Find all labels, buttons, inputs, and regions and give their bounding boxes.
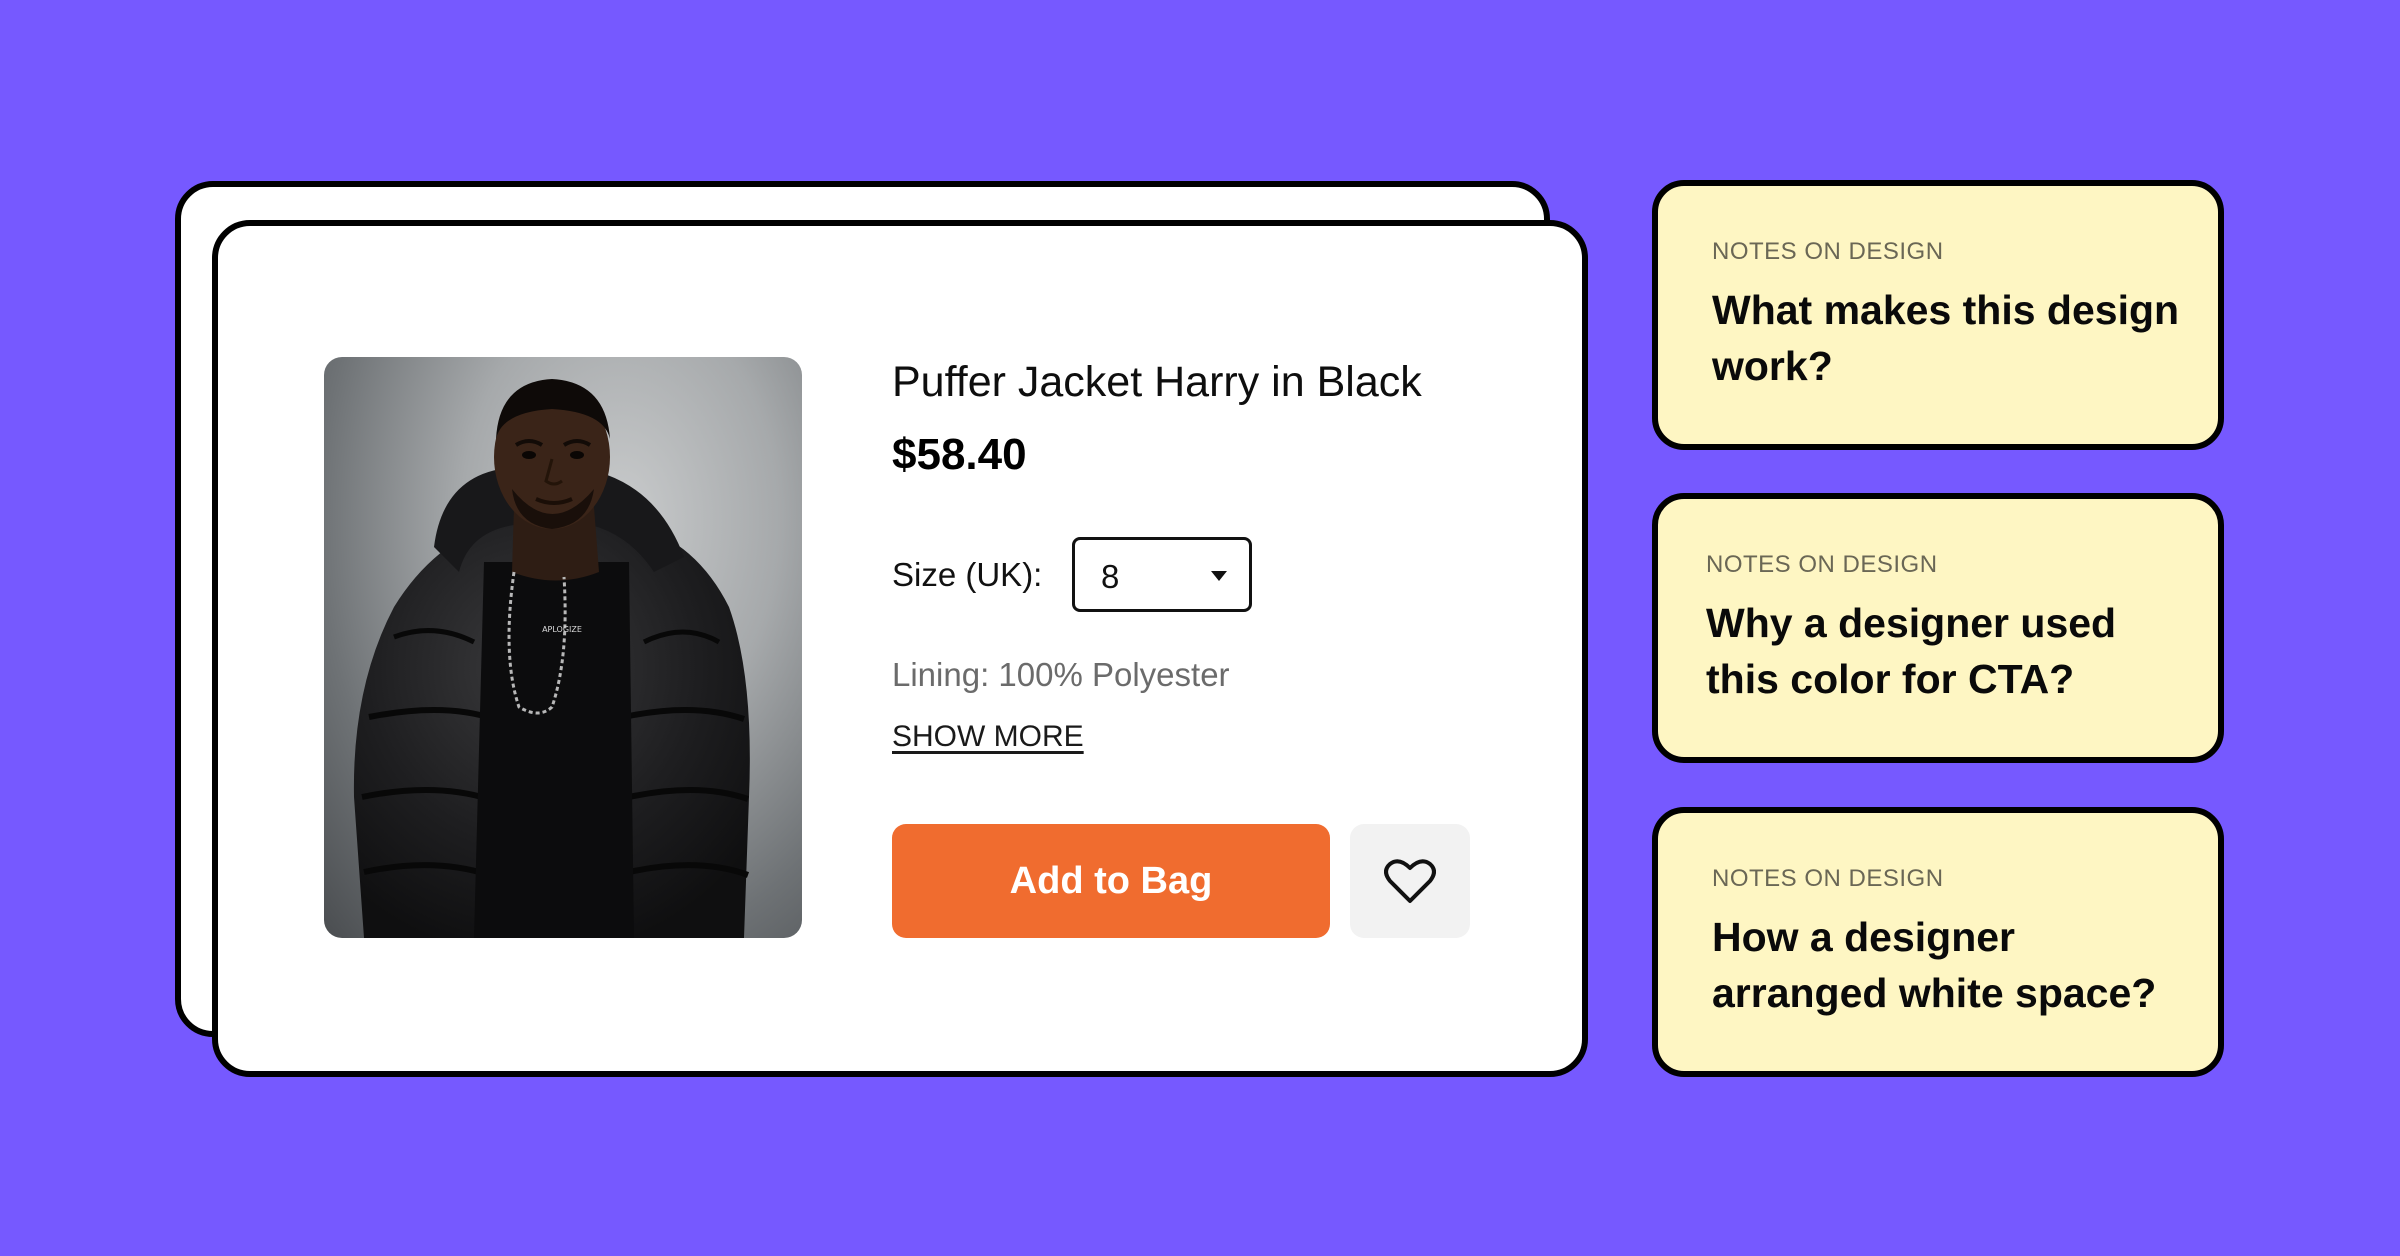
caret-down-icon — [1211, 571, 1227, 581]
product-title: Puffer Jacket Harry in Black — [892, 358, 1422, 406]
design-note-card[interactable]: NOTES ON DESIGN What makes this design w… — [1652, 180, 2224, 450]
model-in-puffer-jacket-image: APLOGIZE — [353, 379, 750, 938]
size-selected-value: 8 — [1101, 558, 1120, 595]
size-label: Size (UK): — [892, 556, 1043, 593]
note-question: What makes this design work? — [1712, 287, 2180, 389]
note-eyebrow: NOTES ON DESIGN — [1706, 551, 1938, 578]
note-question: How a designer arranged white space? — [1712, 914, 2157, 1016]
lining-info: Lining: 100% Polyester — [892, 656, 1230, 693]
tshirt-print-text: APLOGIZE — [542, 625, 582, 634]
wishlist-button[interactable] — [1350, 824, 1470, 938]
product-price: $58.40 — [892, 430, 1027, 479]
size-dropdown[interactable]: 8 — [1072, 537, 1252, 612]
product-photo: APLOGIZE — [324, 357, 802, 938]
note-question: Why a designer used this color for CTA? — [1706, 600, 2117, 702]
show-more-link[interactable]: SHOW MORE — [892, 720, 1084, 754]
design-note-card[interactable]: NOTES ON DESIGN Why a designer used this… — [1652, 493, 2224, 763]
heart-icon — [1384, 859, 1436, 903]
design-note-card[interactable]: NOTES ON DESIGN How a designer arranged … — [1652, 807, 2224, 1077]
note-eyebrow: NOTES ON DESIGN — [1712, 865, 1944, 892]
add-to-bag-button[interactable]: Add to Bag — [892, 824, 1330, 938]
note-eyebrow: NOTES ON DESIGN — [1712, 238, 1944, 265]
